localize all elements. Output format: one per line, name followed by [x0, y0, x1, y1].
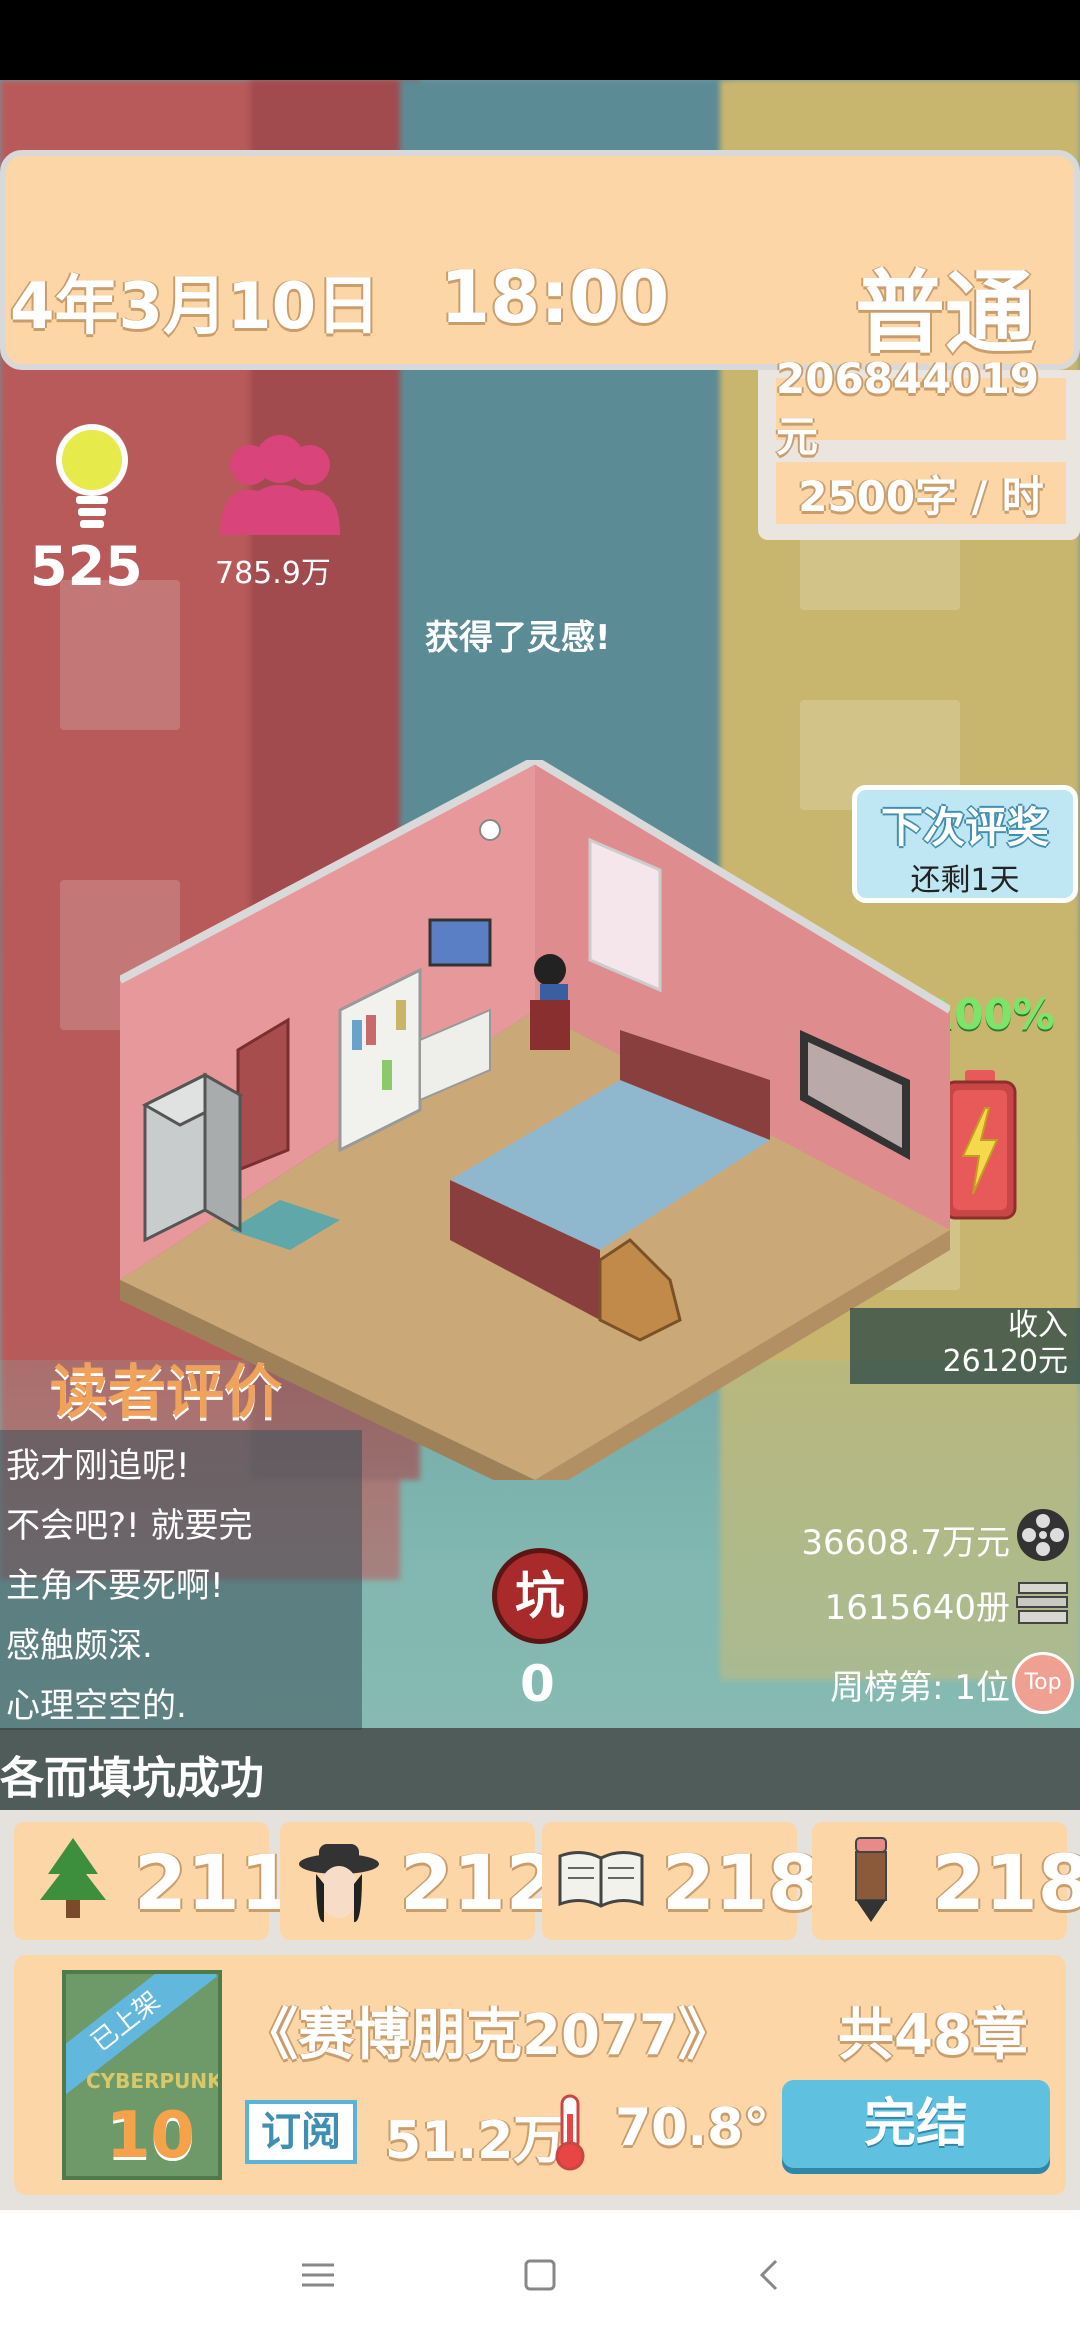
attribute-card[interactable]: 211 — [14, 1822, 293, 1940]
attribute-card[interactable]: 218 — [542, 1822, 821, 1940]
chair — [530, 1000, 570, 1050]
weekly-rank: 周榜第: 1位 — [830, 1668, 1010, 1708]
attribute-value: 211 — [134, 1838, 293, 1927]
news-ticker: 各而填坑成功 — [0, 1728, 1080, 1810]
open-book-icon — [558, 1851, 644, 1908]
battery-icon — [943, 1070, 1017, 1220]
game-mode[interactable]: 普通 — [855, 240, 1035, 370]
film-reel-icon — [1017, 1509, 1069, 1561]
attribute-value: 218 — [932, 1838, 1080, 1927]
computer-monitor — [428, 918, 492, 967]
game-date: 4年3月10日 — [10, 270, 381, 344]
top-rank-badge[interactable]: Top — [1012, 1652, 1074, 1714]
book-stack-icon — [1016, 1582, 1068, 1624]
pit-count: 0 — [520, 1655, 555, 1713]
attribute-card[interactable]: 212 — [280, 1822, 559, 1940]
pit-button[interactable]: 坑 — [492, 1548, 588, 1644]
total-money: 206844019元 — [776, 354, 1066, 461]
book-cover[interactable]: 已上架 CYBERPUNK 10 — [62, 1970, 222, 2180]
income-box: 收入 26120元 — [850, 1308, 1080, 1384]
status-bar — [0, 0, 1080, 80]
reviews-list: 我才刚追呢! 不会吧?! 就要完 主角不要死啊! 感触颇深. 心理空空的. — [0, 1430, 362, 1730]
film-revenue: 36608.7万元 — [801, 1523, 1010, 1563]
cover-title: CYBERPUNK — [86, 2069, 222, 2093]
income-value: 26120元 — [942, 1344, 1068, 1379]
writer-character — [534, 954, 566, 986]
back-icon[interactable] — [750, 2255, 790, 2295]
menu-icon[interactable] — [298, 2255, 338, 2295]
pencil-icon — [855, 1837, 887, 1922]
review-item: 感触颇深. — [6, 1626, 153, 1666]
inspiration-value: 525 — [30, 535, 143, 598]
review-item: 心理空空的. — [6, 1686, 187, 1726]
thermometer-icon — [555, 2094, 585, 2171]
game-time: 18:00 — [440, 255, 670, 339]
event-message: 获得了灵感! — [425, 618, 611, 658]
chapter-count: 共48章 — [838, 2003, 1028, 2068]
attribute-value: 212 — [400, 1838, 559, 1927]
lightbulb-icon — [56, 424, 128, 528]
review-item: 不会吧?! 就要完 — [6, 1506, 253, 1546]
book-title: 《赛博朋克2077》 — [242, 2003, 734, 2068]
money-panel: 206844019元 2500字 / 时 — [758, 354, 1080, 540]
fans-value: 785.9万 — [215, 556, 331, 591]
income-label: 收入 — [1008, 1308, 1068, 1343]
subscriber-count: 51.2万 — [385, 2111, 566, 2171]
home-icon[interactable] — [520, 2255, 560, 2295]
tree-icon — [40, 1838, 106, 1918]
attribute-value: 218 — [662, 1838, 821, 1927]
building-window — [60, 580, 180, 730]
review-item: 我才刚追呢! — [6, 1446, 190, 1486]
writing-rate: 2500字 / 时 — [776, 462, 1066, 524]
subscribe-label: 订阅 — [245, 2100, 357, 2164]
heat-value: 70.8° — [615, 2098, 770, 2158]
attribute-card[interactable]: 218 — [812, 1822, 1080, 1940]
detective-hat-icon — [299, 1844, 379, 1923]
finish-button[interactable]: 完结 — [782, 2080, 1050, 2168]
review-item: 主角不要死啊! — [6, 1566, 224, 1606]
reviews-title: 读者评价 — [50, 1358, 283, 1426]
fans-icon — [220, 435, 340, 535]
books-sold: 1615640册 — [824, 1588, 1010, 1628]
news-ticker-text: 各而填坑成功 — [0, 1753, 264, 1804]
book-volume: 10 — [106, 2099, 196, 2173]
clock-icon — [479, 819, 501, 841]
